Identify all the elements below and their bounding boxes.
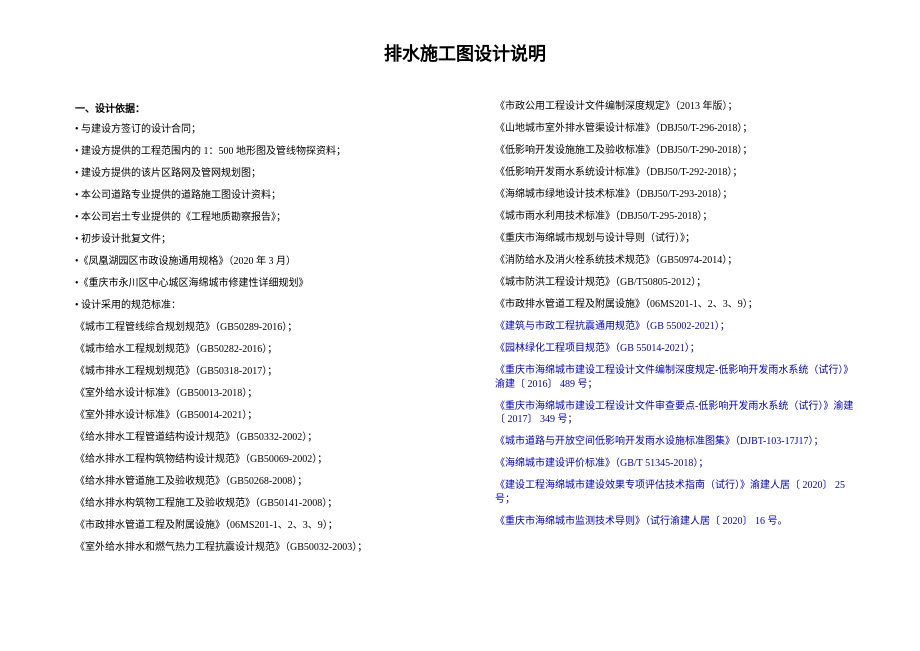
reference-item: 《城市防洪工程设计规范》（GB/T50805-2012）；: [495, 276, 855, 290]
right-column: 《市政公用工程设计文件编制深度规定》（2013 年版）； 《山地城市室外排水管渠设…: [495, 100, 855, 563]
reference-item: 《市政排水管道工程及附属设施》（06MS201-1、2、3、9）；: [495, 298, 855, 312]
reference-item: 《给水排水构筑物工程施工及验收规范》（GB50141-2008）；: [75, 497, 435, 511]
reference-item: • 建设方提供的工程范围内的 1：500 地形图及管线物探资料；: [75, 145, 435, 159]
reference-item: 《给水排水工程管道结构设计规范》（GB50332-2002）；: [75, 431, 435, 445]
reference-item: •《重庆市永川区中心城区海绵城市修建性详细规划》: [75, 277, 435, 291]
reference-item: • 本公司岩土专业提供的《工程地质勘察报告》；: [75, 211, 435, 225]
reference-item: 《重庆市海绵城市建设工程设计文件审查要点-低影响开发雨水系统（试行）》渝建〔 2…: [495, 400, 855, 427]
reference-item: 《室外排水设计标准》（GB50014-2021）；: [75, 409, 435, 423]
reference-item: 《给水排水工程构筑物结构设计规范》（GB50069-2002）；: [75, 453, 435, 467]
reference-item: • 与建设方签订的设计合同；: [75, 123, 435, 137]
reference-item: 《低影响开发雨水系统设计标准》（DBJ50/T-292-2018）；: [495, 166, 855, 180]
reference-item: 《重庆市海绵城市监测技术导则》（试行渝建人居〔 2020〕 16 号。: [495, 515, 855, 529]
reference-item: 《重庆市海绵城市建设工程设计文件编制深度规定-低影响开发雨水系统（试行）》渝建〔…: [495, 364, 855, 391]
reference-item: • 建设方提供的该片区路网及管网规划图；: [75, 167, 435, 181]
reference-item: 《消防给水及消火栓系统技术规范》（GB50974-2014）；: [495, 254, 855, 268]
reference-item: 《市政公用工程设计文件编制深度规定》（2013 年版）；: [495, 100, 855, 114]
reference-item: 《城市道路与开放空间低影响开发雨水设施标准图集》（DJBT-103-17J17）…: [495, 435, 855, 449]
reference-item: 《建设工程海绵城市建设效果专项评估技术指南（试行）》渝建人居〔 2020〕 25…: [495, 479, 855, 506]
reference-item: 《重庆市海绵城市规划与设计导则（试行）》；: [495, 232, 855, 246]
reference-item: 《海绵城市建设评价标准》（GB/T 51345-2018）；: [495, 457, 855, 471]
content-columns: 一、设计依据： • 与建设方签订的设计合同； • 建设方提供的工程范围内的 1：5…: [75, 100, 855, 563]
reference-item: 《城市排水工程规划规范》（GB50318-2017）；: [75, 365, 435, 379]
reference-item: •《凤凰湖园区市政设施通用规格》（2020 年 3 月）: [75, 255, 435, 269]
reference-item: 《建筑与市政工程抗震通用规范》（GB 55002-2021）；: [495, 320, 855, 334]
document-title: 排水施工图设计说明: [75, 40, 855, 66]
reference-item: • 初步设计批复文件；: [75, 233, 435, 247]
reference-item: • 设计采用的规范标准：: [75, 299, 435, 313]
reference-item: 《山地城市室外排水管渠设计标准》（DBJ50/T-296-2018）；: [495, 122, 855, 136]
reference-item: 《市政排水管道工程及附属设施》（06MS201-1、2、3、9）；: [75, 519, 435, 533]
reference-item: 《给水排水管道施工及验收规范》（GB50268-2008）；: [75, 475, 435, 489]
reference-item: • 本公司道路专业提供的道路施工图设计资料；: [75, 189, 435, 203]
reference-item: 《海绵城市绿地设计技术标准》（DBJ50/T-293-2018）；: [495, 188, 855, 202]
reference-item: 《室外给水排水和燃气热力工程抗震设计规范》（GB50032-2003）；: [75, 541, 435, 555]
reference-item: 《园林绿化工程项目规范》（GB 55014-2021）；: [495, 342, 855, 356]
left-column: 一、设计依据： • 与建设方签订的设计合同； • 建设方提供的工程范围内的 1：5…: [75, 100, 435, 563]
reference-item: 《室外给水设计标准》（GB50013-2018）；: [75, 387, 435, 401]
reference-item: 《城市雨水利用技术标准》（DBJ50/T-295-2018）；: [495, 210, 855, 224]
reference-item: 《城市工程管线综合规划规范》（GB50289-2016）；: [75, 321, 435, 335]
section-heading: 一、设计依据：: [75, 100, 435, 115]
reference-item: 《低影响开发设施施工及验收标准》（DBJ50/T-290-2018）；: [495, 144, 855, 158]
reference-item: 《城市给水工程规划规范》（GB50282-2016）；: [75, 343, 435, 357]
